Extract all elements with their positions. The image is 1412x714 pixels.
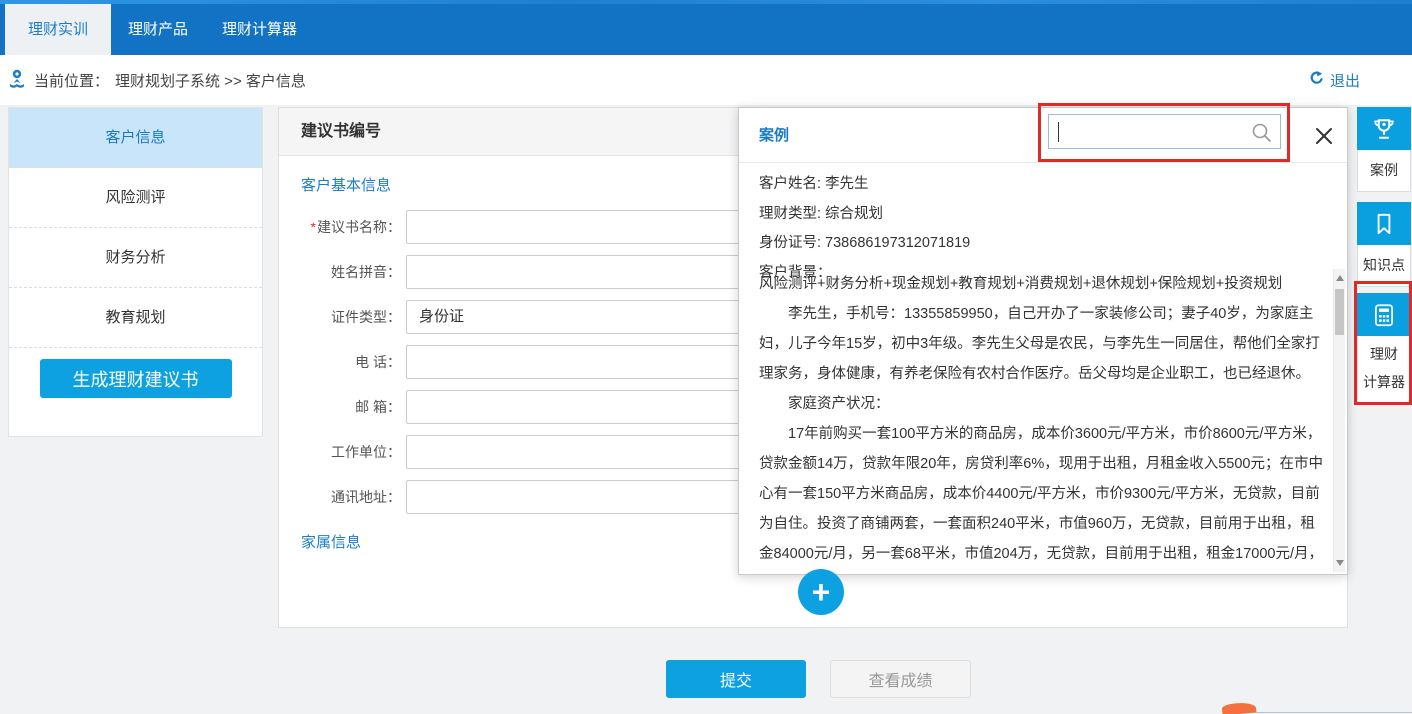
sidebar-item-customer-info[interactable]: 客户信息 bbox=[9, 108, 262, 168]
case-search-input[interactable] bbox=[1049, 115, 1280, 148]
breadcrumb-bar: 当前位置： 理财规划子系统 >> 客户信息 退出 bbox=[0, 55, 1412, 105]
location-user-icon bbox=[8, 68, 34, 92]
sidebar-item-risk-assessment[interactable]: 风险测评 bbox=[9, 168, 262, 228]
email-label: 邮 箱： bbox=[301, 397, 401, 417]
submit-button[interactable]: 提交 bbox=[666, 660, 806, 698]
scroll-up-arrow-icon[interactable] bbox=[1336, 275, 1344, 281]
logout-label: 退出 bbox=[1330, 70, 1360, 91]
breadcrumb-path: 理财规划子系统 >> 客户信息 bbox=[115, 70, 306, 91]
case-services-line: 风险测评+财务分析+现金规划+教育规划+消费规划+退休规划+保险规划+投资规划 bbox=[759, 269, 1327, 299]
bookmark-icon[interactable] bbox=[1357, 202, 1411, 245]
view-score-button[interactable]: 查看成绩 bbox=[830, 660, 971, 698]
tool-calculator-label-line2: 计算器 bbox=[1358, 368, 1410, 396]
case-background-text[interactable]: 风险测评+财务分析+现金规划+教育规划+消费规划+退休规划+保险规划+投资规划 … bbox=[759, 269, 1327, 573]
nav-tabs: 理财实训 理财产品 理财计算器 bbox=[5, 4, 314, 55]
scrollbar-thumb[interactable] bbox=[1335, 289, 1344, 335]
search-icon[interactable] bbox=[1250, 121, 1274, 150]
tab-licai-chanpin[interactable]: 理财产品 bbox=[111, 4, 205, 55]
case-panel-header: 案例 bbox=[739, 108, 1347, 163]
sidebar-item-financial-analysis[interactable]: 财务分析 bbox=[9, 228, 262, 288]
generate-proposal-button[interactable]: 生成理财建议书 bbox=[40, 359, 232, 398]
tool-knowledge[interactable]: 知识点 bbox=[1357, 202, 1411, 287]
case-id-number: 身份证号: 738686197312071819 bbox=[759, 229, 1307, 259]
case-family-paragraph: 李先生，手机号：13355859950，自己开办了一家装修公司；妻子40岁，为家… bbox=[759, 299, 1327, 389]
financial-planning-app: 理财实训 理财产品 理财计算器 当前位置： 理财规划子系统 >> 客户信息 bbox=[0, 0, 1412, 714]
case-panel-title: 案例 bbox=[759, 108, 789, 163]
case-assets-heading: 家庭资产状况： bbox=[759, 389, 1327, 419]
case-search-box bbox=[1048, 114, 1281, 149]
trophy-icon[interactable] bbox=[1357, 107, 1411, 150]
address-label: 通讯地址： bbox=[301, 487, 401, 507]
required-marker: * bbox=[311, 219, 316, 235]
scrollbar[interactable] bbox=[1333, 269, 1345, 572]
pinyin-label: 姓名拼音： bbox=[301, 262, 401, 282]
text-caret bbox=[1058, 122, 1059, 142]
tool-calculator-label-line1: 理财 bbox=[1358, 340, 1410, 368]
scroll-down-arrow-icon[interactable] bbox=[1336, 560, 1344, 566]
tool-calculator-label[interactable]: 理财 计算器 bbox=[1357, 336, 1411, 403]
plus-icon: + bbox=[812, 576, 831, 608]
sidebar-item-education-planning[interactable]: 教育规划 bbox=[9, 288, 262, 348]
tool-calculator[interactable]: 理财 计算器 bbox=[1357, 293, 1411, 403]
tool-case[interactable]: 案例 bbox=[1357, 107, 1411, 192]
add-family-member-button[interactable]: + bbox=[798, 569, 844, 615]
left-sidebar: 客户信息 风险测评 财务分析 教育规划 生成理财建议书 bbox=[8, 107, 263, 437]
case-overlay-panel: 案例 客户姓名: 李先生 理财类型: 综合规划 bbox=[738, 107, 1348, 575]
phone-label: 电 话： bbox=[301, 352, 401, 372]
top-navbar: 理财实训 理财产品 理财计算器 bbox=[0, 0, 1412, 55]
tab-licai-shixun[interactable]: 理财实训 bbox=[5, 4, 111, 55]
close-icon[interactable] bbox=[1313, 125, 1335, 147]
tool-case-label[interactable]: 案例 bbox=[1357, 150, 1411, 192]
case-assets-paragraph: 17年前购买一套100平方米的商品房，成本价3600元/平方米，市价8600元/… bbox=[759, 419, 1327, 573]
breadcrumb: 当前位置： 理财规划子系统 >> 客户信息 bbox=[8, 55, 306, 105]
proposal-name-label: *建议书名称： bbox=[301, 217, 401, 237]
id-type-label: 证件类型： bbox=[301, 307, 401, 327]
logout-arrow-icon bbox=[1308, 70, 1330, 90]
case-planning-type: 理财类型: 综合规划 bbox=[759, 200, 1307, 230]
logout-button[interactable]: 退出 bbox=[1308, 55, 1360, 105]
workplace-label: 工作单位： bbox=[301, 442, 401, 462]
breadcrumb-label: 当前位置： bbox=[34, 70, 109, 91]
calculator-icon[interactable] bbox=[1357, 293, 1411, 336]
tab-licai-jisuanqi[interactable]: 理财计算器 bbox=[205, 4, 314, 55]
bottom-widget-divider bbox=[1250, 712, 1412, 713]
tool-knowledge-label[interactable]: 知识点 bbox=[1357, 245, 1411, 287]
case-customer-name: 客户姓名: 李先生 bbox=[759, 170, 1307, 200]
